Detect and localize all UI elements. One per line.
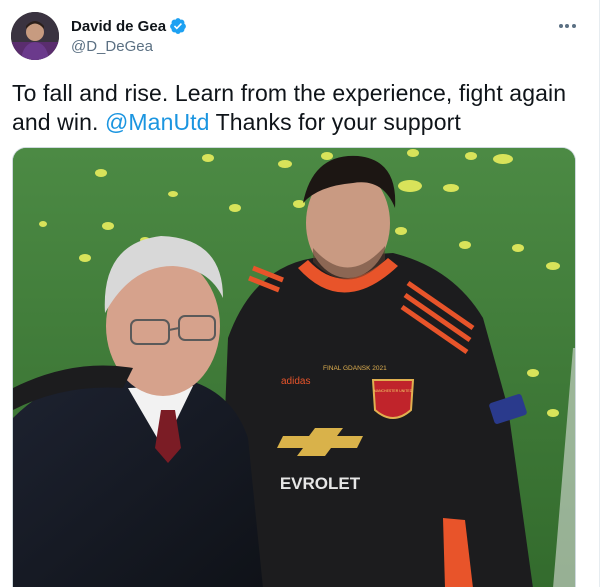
tweet-text-tail: Thanks for your support [215,109,461,135]
jersey-maker-text: adidas [281,376,310,387]
jersey-sponsor-text: EVROLET [280,474,361,493]
jersey-title-text: FINAL GDANSK 2021 [323,365,387,372]
avatar[interactable] [11,12,59,60]
club-crest: MANCHESTER UNITED [371,379,415,419]
mention-link[interactable]: @ManUtd [105,109,210,135]
verified-badge-icon [169,17,187,35]
handle[interactable]: @D_DeGea [71,38,153,55]
crest-text: MANCHESTER UNITED [374,389,413,393]
tweet-card[interactable]: David de Gea @D_DeGea To fall and rise. … [0,0,600,587]
more-horizontal-icon[interactable] [555,14,579,38]
tweet-text: To fall and rise. Learn from the experie… [12,79,587,137]
display-name[interactable]: David de Gea [71,18,166,35]
tweet-photo[interactable]: EVROLET adidas FINAL GDANSK 2021 MANCHES… [12,147,576,587]
